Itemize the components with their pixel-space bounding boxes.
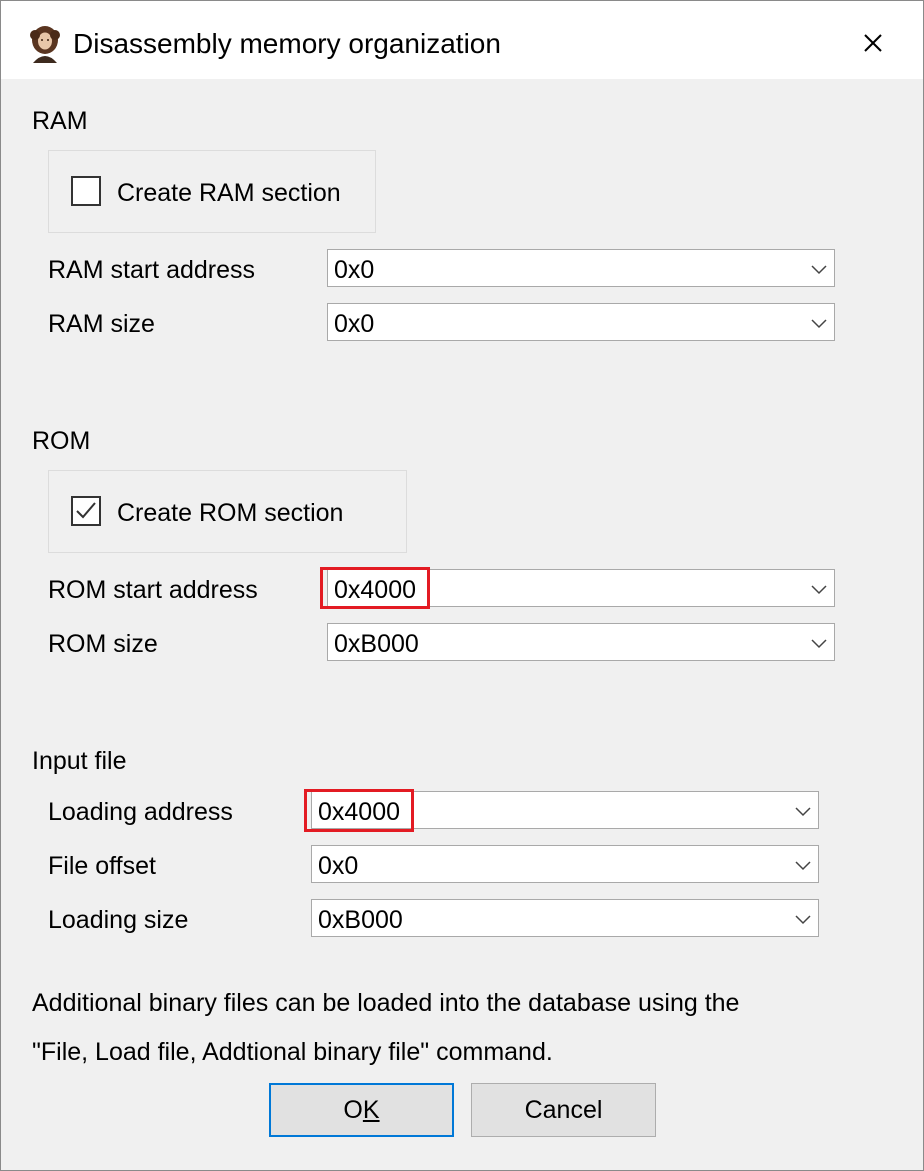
ram-size-label: RAM size [48, 310, 155, 338]
app-logo-icon [30, 26, 60, 63]
cancel-button[interactable]: Cancel [471, 1083, 656, 1137]
create-ram-checkbox[interactable] [71, 176, 101, 206]
loading-size-value[interactable]: 0xB000 [318, 906, 403, 935]
chevron-down-icon[interactable] [794, 804, 812, 818]
loading-address-combo[interactable]: 0x4000 [311, 791, 819, 829]
create-rom-group: Create ROM section [48, 470, 407, 553]
rom-size-combo[interactable]: 0xB000 [327, 623, 835, 661]
note-line-1: Additional binary files can be loaded in… [32, 989, 740, 1017]
ram-size-combo[interactable]: 0x0 [327, 303, 835, 341]
close-icon[interactable] [851, 21, 895, 65]
rom-start-value[interactable]: 0x4000 [334, 576, 416, 605]
note-line-2: "File, Load file, Addtional binary file"… [32, 1038, 553, 1066]
ok-button[interactable]: OK [269, 1083, 454, 1137]
ram-size-value[interactable]: 0x0 [334, 310, 374, 339]
file-offset-value[interactable]: 0x0 [318, 852, 358, 881]
file-offset-combo[interactable]: 0x0 [311, 845, 819, 883]
chevron-down-icon[interactable] [810, 582, 828, 596]
create-ram-group: Create RAM section [48, 150, 376, 233]
chevron-down-icon[interactable] [810, 636, 828, 650]
rom-size-value[interactable]: 0xB000 [334, 630, 419, 659]
chevron-down-icon[interactable] [794, 858, 812, 872]
ok-mnemonic: K [362, 1096, 380, 1124]
rom-size-label: ROM size [48, 630, 158, 658]
create-rom-checkbox[interactable] [71, 496, 101, 526]
dialog-window: Disassembly memory organization RAM Crea… [0, 0, 924, 1171]
input-file-section-label: Input file [32, 747, 127, 775]
loading-size-combo[interactable]: 0xB000 [311, 899, 819, 937]
window-title: Disassembly memory organization [73, 28, 501, 59]
rom-start-label: ROM start address [48, 576, 258, 604]
create-ram-label[interactable]: Create RAM section [117, 179, 341, 208]
rom-section-label: ROM [32, 427, 91, 455]
checkmark-icon [76, 502, 96, 519]
ram-start-label: RAM start address [48, 256, 256, 284]
title-bar: Disassembly memory organization [1, 1, 923, 79]
loading-size-label: Loading size [48, 906, 189, 934]
chevron-down-icon[interactable] [810, 316, 828, 330]
ok-label: O [343, 1096, 363, 1124]
loading-address-value[interactable]: 0x4000 [318, 798, 400, 827]
rom-start-combo[interactable]: 0x4000 [327, 569, 835, 607]
loading-address-label: Loading address [48, 798, 233, 826]
create-rom-label[interactable]: Create ROM section [117, 499, 343, 528]
ram-start-combo[interactable]: 0x0 [327, 249, 835, 287]
ram-start-value[interactable]: 0x0 [334, 256, 374, 285]
ram-section-label: RAM [32, 107, 88, 135]
chevron-down-icon[interactable] [810, 262, 828, 276]
chevron-down-icon[interactable] [794, 912, 812, 926]
file-offset-label: File offset [48, 852, 156, 880]
